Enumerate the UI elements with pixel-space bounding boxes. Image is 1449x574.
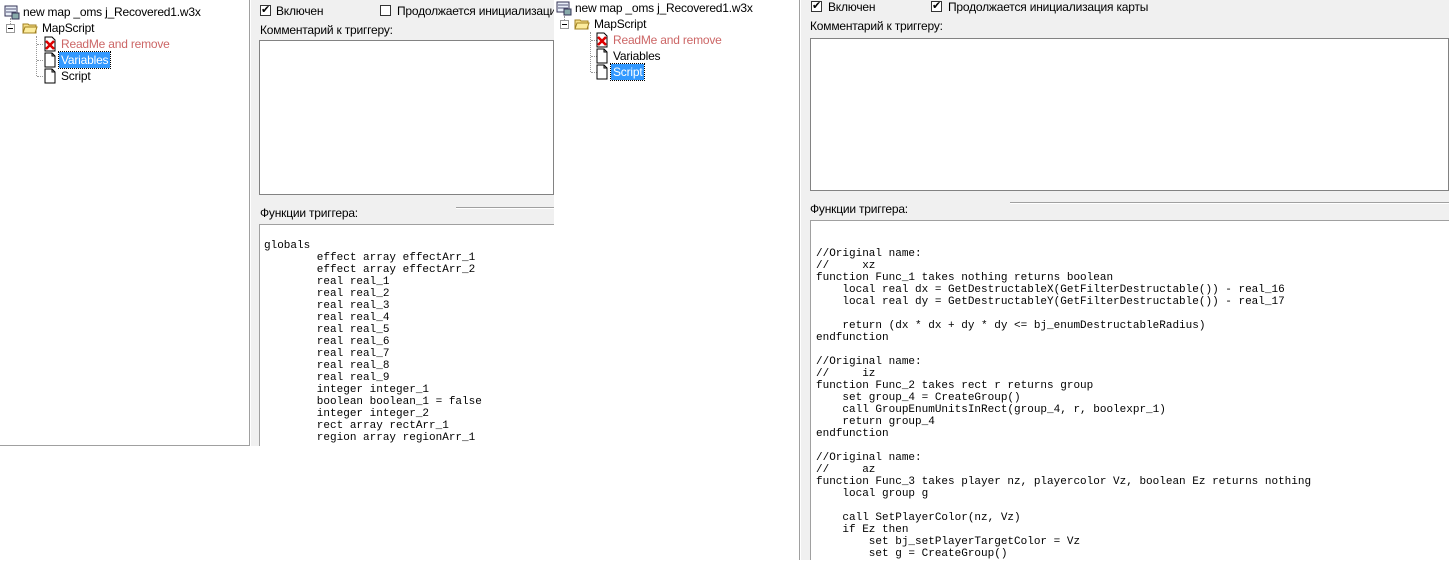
init-checkbox[interactable]	[931, 0, 942, 13]
trigger-editor-1: Включен Продолжается инициализация Комме…	[251, 0, 563, 446]
tree-item-variables[interactable]: Variables	[594, 48, 662, 64]
collapse-toggle[interactable]	[6, 24, 15, 33]
tree-root[interactable]: new map _oms j_Recovered1.w3x	[556, 0, 755, 16]
functions-label: Функции триггера:	[260, 206, 358, 220]
tree-folder[interactable]: MapScript	[574, 16, 648, 32]
tree-item-script[interactable]: Script	[594, 63, 646, 81]
tree-item-script-label: Script	[61, 69, 91, 83]
init-label: Продолжается инициализация	[397, 4, 563, 18]
map-icon	[556, 0, 572, 16]
code-text: globals effect array effectArr_1 effect …	[264, 240, 482, 444]
code-editor[interactable]: //Original name: // xz function Func_1 t…	[810, 220, 1449, 560]
init-checkbox[interactable]	[380, 5, 391, 16]
tree-folder-label: MapScript	[594, 17, 647, 31]
folder-open-icon	[22, 20, 38, 36]
enabled-label: Включен	[828, 0, 876, 14]
tree-root-label: new map _oms j_Recovered1.w3x	[23, 5, 201, 19]
trigger-tree-2[interactable]: new map _oms j_Recovered1.w3x MapScript …	[554, 0, 800, 560]
comment-textarea[interactable]	[810, 38, 1449, 191]
document-icon	[594, 64, 610, 80]
collapse-toggle[interactable]	[560, 20, 569, 29]
trigger-editor-2: Включен Продолжается инициализация карты…	[801, 0, 1449, 560]
enabled-checkbox[interactable]	[811, 0, 822, 13]
init-label: Продолжается инициализация карты	[948, 0, 1149, 14]
tree-folder[interactable]: MapScript	[22, 20, 96, 36]
folder-open-icon	[574, 16, 590, 32]
tree-item-script-label: Script	[609, 63, 646, 81]
document-icon	[42, 68, 58, 84]
trigger-tree-1[interactable]: new map _oms j_Recovered1.w3x MapScript …	[0, 0, 250, 446]
comment-textarea[interactable]	[259, 40, 554, 195]
tree-item-readme-label: ReadMe and remove	[613, 33, 722, 47]
document-icon	[594, 48, 610, 64]
enabled-label: Включен	[276, 4, 324, 18]
comment-label: Комментарий к триггеру:	[810, 19, 943, 33]
tree-item-readme[interactable]: ReadMe and remove	[42, 36, 172, 52]
map-icon	[4, 4, 20, 20]
disabled-trigger-icon	[594, 32, 610, 48]
functions-label: Функции триггера:	[810, 202, 908, 216]
splitter[interactable]	[456, 207, 554, 209]
tree-root[interactable]: new map _oms j_Recovered1.w3x	[4, 4, 203, 20]
code-text: //Original name: // xz function Func_1 t…	[816, 248, 1312, 560]
enabled-checkbox[interactable]	[260, 3, 271, 17]
code-editor[interactable]: globals effect array effectArr_1 effect …	[259, 224, 554, 446]
document-icon	[42, 52, 58, 68]
tree-item-variables-label: Variables	[57, 51, 112, 69]
tree-item-variables-label: Variables	[613, 49, 661, 63]
tree-item-variables[interactable]: Variables	[42, 51, 112, 69]
tree-item-readme-label: ReadMe and remove	[61, 37, 170, 51]
tree-root-label: new map _oms j_Recovered1.w3x	[575, 1, 753, 15]
disabled-trigger-icon	[42, 36, 58, 52]
splitter[interactable]	[1010, 202, 1449, 204]
tree-item-readme[interactable]: ReadMe and remove	[594, 32, 724, 48]
comment-label: Комментарий к триггеру:	[260, 23, 393, 37]
tree-item-script[interactable]: Script	[42, 68, 92, 84]
tree-folder-label: MapScript	[42, 21, 95, 35]
